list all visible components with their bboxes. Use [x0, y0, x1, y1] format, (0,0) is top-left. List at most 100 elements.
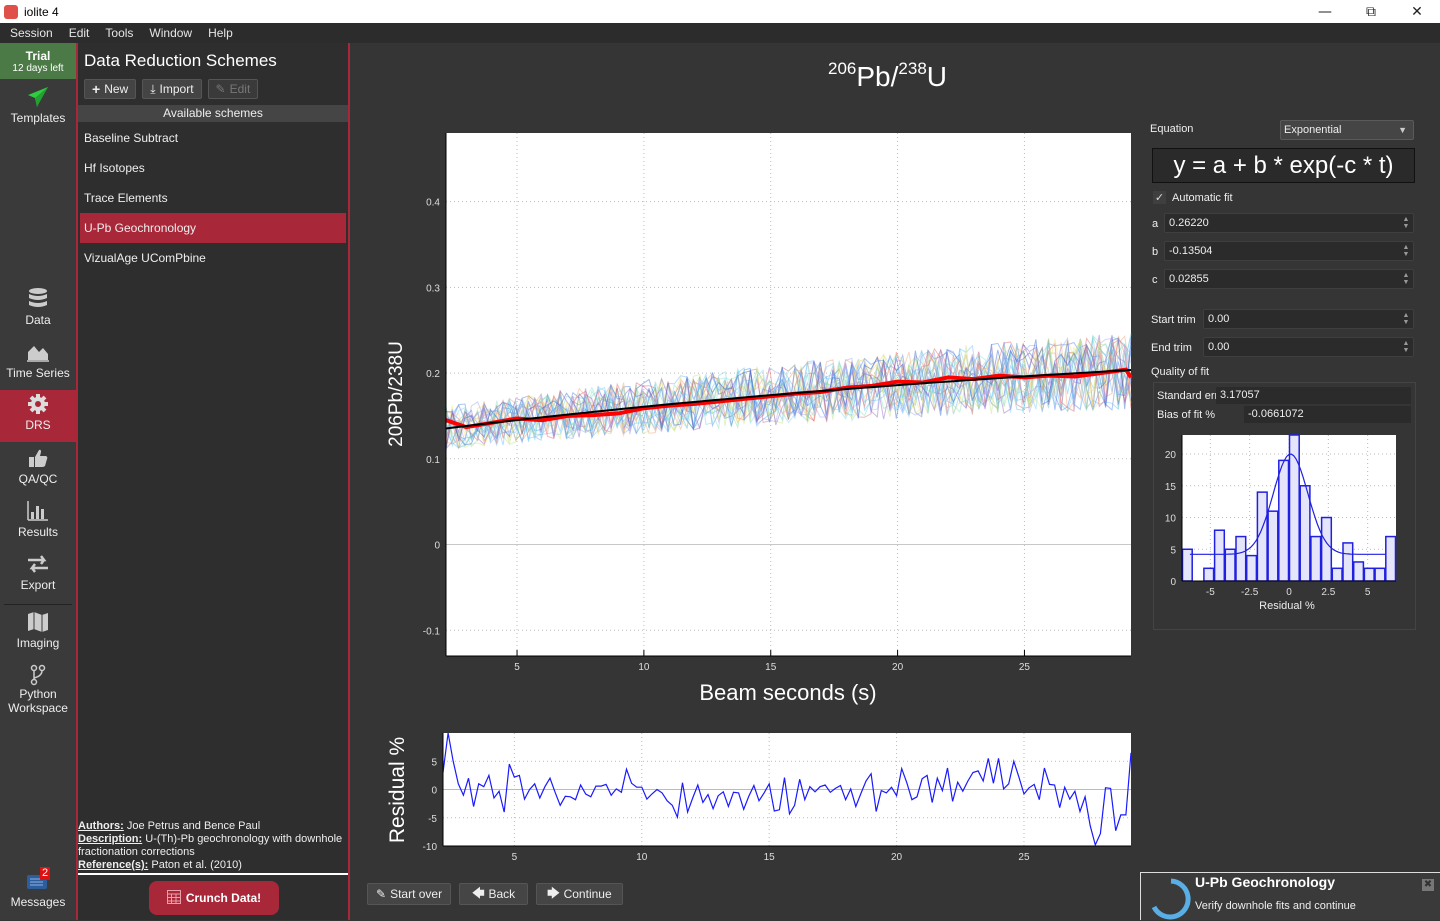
- histogram-bar: [1352, 561, 1365, 582]
- scheme-item-u-pb-geochronology[interactable]: U-Pb Geochronology: [80, 213, 346, 243]
- histogram-bar: [1331, 567, 1343, 582]
- x-tick-label: 20: [892, 662, 904, 673]
- gear-icon: [0, 390, 76, 418]
- nav-divider: [4, 604, 72, 605]
- toast-title: U-Pb Geochronology: [1195, 874, 1335, 890]
- param-b-label: b: [1152, 246, 1159, 258]
- nav-export-label: Export: [20, 578, 56, 592]
- nav-results-label: Results: [17, 525, 58, 539]
- continue-button[interactable]: 🡆 Continue: [536, 883, 623, 905]
- main-area: 206Pb/238U 5 10 15 20 25 -0.1 0 0.1 0.2 0.3 0.4 20…: [350, 43, 1440, 920]
- edit-scheme-button[interactable]: ✎ Edit: [207, 79, 259, 99]
- scheme-list: Baseline Subtract Hf Isotopes Trace Elem…: [78, 123, 348, 273]
- param-b-input[interactable]: -0.13504 ▲ ▼: [1164, 241, 1414, 261]
- scheme-item-hf-isotopes[interactable]: Hf Isotopes: [80, 153, 346, 183]
- scheme-item-baseline-subtract[interactable]: Baseline Subtract: [80, 123, 346, 153]
- equation-type-dropdown[interactable]: Exponential ▼: [1280, 120, 1414, 140]
- bias-label: Bias of fit %: [1157, 408, 1216, 421]
- nav-messages[interactable]: 2 Messages: [0, 867, 76, 919]
- param-a-input[interactable]: 0.26220 ▲ ▼: [1164, 213, 1414, 233]
- database-icon: [0, 285, 76, 313]
- histogram-bar: [1203, 567, 1215, 582]
- nav-qaqc[interactable]: QA/QC: [0, 444, 76, 494]
- y-tick-label: 5: [431, 757, 437, 768]
- import-scheme-button[interactable]: ⤓ Import: [142, 79, 202, 99]
- arrow-right-icon: 🡆: [547, 885, 560, 900]
- calculator-icon: [166, 889, 181, 907]
- menu-tools[interactable]: Tools: [95, 26, 139, 40]
- nav-imaging[interactable]: Imaging: [0, 608, 76, 658]
- automatic-fit-row[interactable]: ✓ Automatic fit: [1153, 191, 1233, 204]
- menu-bar: Session Edit Tools Window Help: [0, 23, 1440, 43]
- back-button[interactable]: 🡄 Back: [459, 883, 529, 905]
- menu-window[interactable]: Window: [139, 26, 198, 40]
- plot-title-element2: U: [926, 61, 948, 92]
- histogram-x-axis-label: Residual %: [1259, 600, 1315, 612]
- menu-session[interactable]: Session: [0, 26, 59, 40]
- left-nav: Trial 12 days left Templates Data Time S…: [0, 43, 76, 920]
- crunch-data-button[interactable]: Crunch Data!: [149, 881, 279, 915]
- trial-badge[interactable]: Trial 12 days left: [0, 43, 76, 79]
- nav-drs[interactable]: DRS: [0, 390, 76, 442]
- start-over-button[interactable]: ✎ Start over: [367, 883, 452, 905]
- branch-icon: [0, 663, 76, 687]
- spin-arrows-icon[interactable]: ▲ ▼: [1401, 272, 1411, 286]
- nav-time-series[interactable]: Time Series: [0, 338, 76, 388]
- bar-chart-icon: [0, 497, 76, 525]
- equation-type-value: Exponential: [1284, 124, 1342, 136]
- menu-help[interactable]: Help: [198, 26, 239, 40]
- start-trim-value: 0.00: [1208, 313, 1230, 325]
- nav-export[interactable]: Export: [0, 550, 76, 600]
- param-b-value: -0.13504: [1169, 245, 1213, 257]
- residual-chart[interactable]: 5 10 15 20 25 -10 -5 0 5 Residual %: [380, 728, 1170, 863]
- y-tick-label: 0: [1170, 577, 1176, 588]
- toast-message: Verify downhole fits and continue: [1195, 900, 1356, 912]
- histogram-bar: [1235, 535, 1247, 582]
- nav-data[interactable]: Data: [0, 285, 76, 335]
- residual-histogram[interactable]: -5 -2.5 0 2.5 5 0 5 10 15 20 Residual %: [1154, 429, 1416, 619]
- close-icon[interactable]: ✖: [1422, 879, 1434, 891]
- references-label: Reference(s):: [78, 859, 149, 871]
- spin-arrows-icon[interactable]: ▲ ▼: [1401, 216, 1411, 230]
- x-tick-label: 10: [638, 662, 650, 673]
- spin-arrows-icon[interactable]: ▲ ▼: [1401, 244, 1411, 258]
- scheme-item-vizualage-ucompbine[interactable]: VizualAge UComPbine: [80, 243, 346, 273]
- param-a-value: 0.26220: [1169, 217, 1209, 229]
- histogram-bar: [1374, 567, 1386, 582]
- spin-arrows-icon[interactable]: ▲ ▼: [1401, 340, 1411, 354]
- x-tick-label: -5: [1206, 587, 1215, 598]
- nav-templates[interactable]: Templates: [0, 83, 76, 133]
- drs-panel: Data Reduction Schemes + New ⤓ Import ✎ Edi…: [76, 43, 350, 920]
- nav-data-label: Data: [25, 313, 51, 327]
- title-bar: iolite 4 — ⧉ ✕: [0, 0, 1440, 23]
- window-title: iolite 4: [24, 4, 59, 19]
- end-trim-input[interactable]: 0.00 ▲ ▼: [1203, 337, 1414, 357]
- plot-title-isotope2: 238: [898, 59, 927, 78]
- histogram-bar: [1385, 535, 1397, 582]
- start-trim-label: Start trim: [1151, 314, 1196, 326]
- spin-arrows-icon[interactable]: ▲ ▼: [1401, 312, 1411, 326]
- continue-label: Continue: [563, 887, 612, 901]
- y-tick-label: 0.1: [426, 455, 440, 466]
- menu-edit[interactable]: Edit: [59, 26, 96, 40]
- nav-python-workspace[interactable]: Python Workspace: [0, 663, 76, 723]
- y-tick-label: -5: [428, 814, 437, 825]
- restore-button[interactable]: ⧉: [1348, 0, 1394, 23]
- y-tick-label: 0: [434, 541, 440, 552]
- y-tick-label: -10: [423, 842, 438, 853]
- downhole-chart[interactable]: 5 10 15 20 25 -0.1 0 0.1 0.2 0.3 0.4 206Pb/238U Be…: [380, 128, 1170, 718]
- chevron-down-icon: ▼: [1398, 125, 1407, 135]
- nav-results[interactable]: Results: [0, 497, 76, 547]
- residual-y-axis-label: Residual %: [386, 737, 409, 843]
- close-button[interactable]: ✕: [1394, 0, 1440, 23]
- x-tick-label: 25: [1018, 852, 1030, 863]
- param-c-input[interactable]: 0.02855 ▲ ▼: [1164, 269, 1414, 289]
- new-scheme-button[interactable]: + New: [84, 79, 137, 99]
- param-a-label: a: [1152, 218, 1159, 230]
- automatic-fit-checkbox[interactable]: ✓: [1153, 191, 1166, 204]
- plot-title: 206Pb/238U: [828, 59, 947, 93]
- start-trim-input[interactable]: 0.00 ▲ ▼: [1203, 309, 1414, 329]
- scheme-item-trace-elements[interactable]: Trace Elements: [80, 183, 346, 213]
- edit-button-label: Edit: [229, 82, 251, 96]
- minimize-button[interactable]: —: [1302, 0, 1348, 23]
